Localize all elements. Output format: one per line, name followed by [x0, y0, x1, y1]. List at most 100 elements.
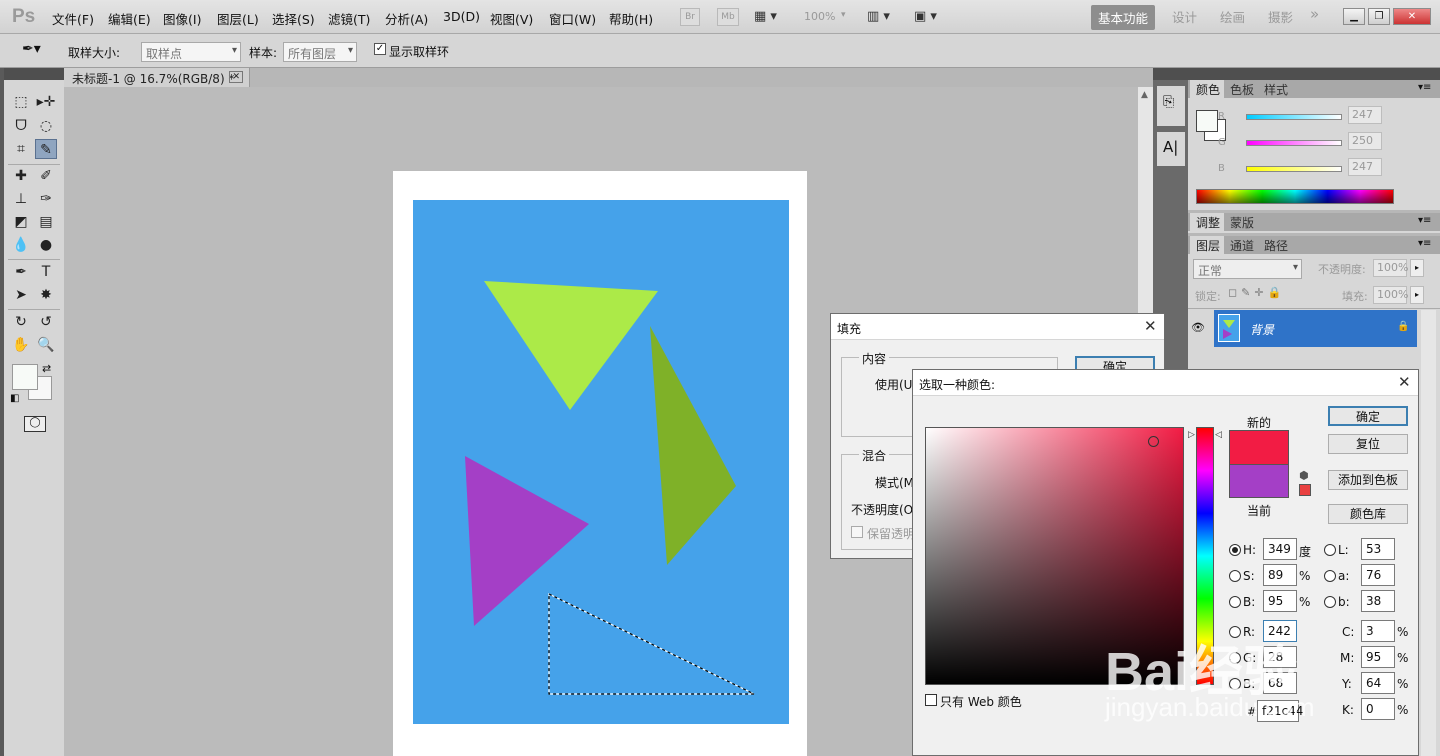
lab-a-field[interactable]: 76	[1361, 564, 1395, 586]
zoom-tool-icon[interactable]: 🔍	[35, 335, 57, 355]
panel-menu-icon[interactable]: ▾≡	[1418, 82, 1431, 93]
panel-menu-icon[interactable]: ▾≡	[1418, 238, 1431, 249]
scroll-up-icon[interactable]: ▲	[1141, 90, 1148, 100]
b-slider[interactable]	[1246, 166, 1342, 172]
clone-stamp-tool-icon[interactable]: ⊥	[10, 189, 32, 209]
sample-size-select[interactable]: 取样点 ▾	[141, 42, 241, 62]
color-field-cursor[interactable]	[1148, 436, 1159, 447]
move-tool-icon[interactable]: ▸✛	[35, 92, 57, 112]
color-panel-fg-swatch[interactable]	[1196, 110, 1218, 132]
gamut-warning-swatch[interactable]	[1299, 484, 1311, 496]
menu-view[interactable]: 视图(V)	[490, 9, 533, 28]
layer-row-background[interactable]: 背景 🔒	[1214, 310, 1417, 347]
dodge-tool-icon[interactable]: ●	[35, 235, 57, 255]
tab-masks[interactable]: 蒙版	[1224, 213, 1261, 231]
healing-brush-tool-icon[interactable]: ✚	[10, 166, 32, 186]
document-tab[interactable]: 未标题-1 @ 16.7%(RGB/8) * ✕	[64, 68, 250, 87]
blend-mode-select[interactable]: 正常 ▾	[1193, 259, 1302, 279]
history-brush-tool-icon[interactable]: ✑	[35, 189, 57, 209]
eyedropper-tool-icon[interactable]: ✎	[35, 139, 57, 159]
hue-right-marker-icon[interactable]: ◁	[1215, 430, 1222, 440]
foreground-color-swatch[interactable]	[12, 364, 38, 390]
hue-left-marker-icon[interactable]: ▷	[1188, 430, 1195, 440]
sample-select[interactable]: 所有图层 ▾	[283, 42, 357, 62]
pen-tool-icon[interactable]: ✒	[10, 262, 32, 282]
brightness-field[interactable]: 95	[1263, 590, 1297, 612]
tab-layers[interactable]: 图层	[1190, 236, 1227, 254]
path-select-tool-icon[interactable]: ➤	[10, 285, 32, 305]
default-colors-icon[interactable]: ◧	[10, 393, 19, 404]
tab-paths[interactable]: 路径	[1258, 236, 1295, 254]
eraser-tool-icon[interactable]: ◩	[10, 212, 32, 232]
b-value[interactable]: 247	[1348, 158, 1382, 176]
menu-layer[interactable]: 图层(L)	[217, 9, 259, 28]
close-window-button[interactable]: ✕	[1393, 8, 1431, 25]
zoom-dropdown-icon[interactable]: ▾	[841, 10, 846, 20]
lock-icons[interactable]: ◻✎✛🔒	[1228, 286, 1285, 299]
black-field[interactable]: 0	[1361, 698, 1395, 720]
cyan-field[interactable]: 3	[1361, 620, 1395, 642]
menu-3d[interactable]: 3D(D)	[443, 9, 480, 24]
saturation-field[interactable]: 89	[1263, 564, 1297, 586]
lab-b-radio[interactable]	[1324, 596, 1336, 608]
bridge-button[interactable]: Br	[680, 8, 700, 26]
picker-ok-button[interactable]: 确定	[1328, 406, 1408, 426]
tab-swatches[interactable]: 色板	[1224, 80, 1261, 98]
opacity-value[interactable]: 100%	[1373, 259, 1408, 277]
lasso-tool-icon[interactable]: ᗜ	[10, 116, 32, 136]
character-icon[interactable]: A|	[1163, 138, 1178, 156]
mini-bridge-button[interactable]: Mb	[717, 8, 739, 26]
menu-file[interactable]: 文件(F)	[52, 9, 94, 28]
menu-select[interactable]: 选择(S)	[272, 9, 315, 28]
menu-image[interactable]: 图像(I)	[163, 9, 201, 28]
r-slider[interactable]	[1246, 114, 1342, 120]
opacity-arrow-icon[interactable]: ▸	[1410, 259, 1424, 277]
custom-shape-tool-icon[interactable]: ✸	[35, 285, 57, 305]
yellow-field[interactable]: 64	[1361, 672, 1395, 694]
minimize-button[interactable]: ▁	[1343, 8, 1365, 25]
workspace-photography[interactable]: 摄影	[1268, 7, 1293, 26]
layer-name[interactable]: 背景	[1250, 321, 1274, 338]
blur-tool-icon[interactable]: 💧	[10, 235, 32, 255]
menu-window[interactable]: 窗口(W)	[549, 9, 596, 28]
visibility-eye-icon[interactable]: 👁	[1191, 321, 1205, 334]
brightness-radio[interactable]	[1229, 596, 1241, 608]
fill-dialog-titlebar[interactable]: 填充	[831, 314, 1164, 340]
tab-styles[interactable]: 样式	[1258, 80, 1295, 98]
magenta-field[interactable]: 95	[1361, 646, 1395, 668]
close-icon[interactable]: ✕	[1144, 317, 1157, 335]
quick-select-tool-icon[interactable]: ◌	[35, 116, 57, 136]
history-icon[interactable]: ⎘	[1163, 94, 1174, 110]
color-spectrum-bar[interactable]	[1196, 189, 1394, 204]
fill-value[interactable]: 100%	[1373, 286, 1408, 304]
r-value[interactable]: 247	[1348, 106, 1382, 124]
quick-mask-icon[interactable]: ◯	[24, 416, 46, 432]
panel-menu-icon[interactable]: ▾≡	[1418, 215, 1431, 226]
arrange-documents-icon[interactable]: ▥ ▾	[867, 9, 890, 24]
hue-radio[interactable]	[1229, 544, 1241, 556]
tab-color[interactable]: 颜色	[1190, 80, 1227, 98]
web-colors-only-checkbox[interactable]	[925, 694, 937, 706]
g-slider[interactable]	[1246, 140, 1342, 146]
screen-mode-icon[interactable]: ▣ ▾	[914, 9, 937, 24]
workspace-essentials[interactable]: 基本功能	[1091, 5, 1156, 30]
gradient-tool-icon[interactable]: ▤	[35, 212, 57, 232]
close-tab-icon[interactable]: ✕	[229, 71, 243, 83]
menu-edit[interactable]: 编辑(E)	[108, 9, 151, 28]
fill-arrow-icon[interactable]: ▸	[1410, 286, 1424, 304]
hand-tool-icon[interactable]: ✋	[10, 335, 32, 355]
menu-filter[interactable]: 滤镜(T)	[328, 9, 370, 28]
3d-orbit-tool-icon[interactable]: ↺	[35, 312, 57, 332]
menu-analysis[interactable]: 分析(A)	[385, 9, 428, 28]
swap-colors-icon[interactable]: ⇄	[42, 362, 51, 375]
marquee-tool-icon[interactable]: ⬚	[10, 92, 32, 112]
g-value[interactable]: 250	[1348, 132, 1382, 150]
hue-field[interactable]: 349	[1263, 538, 1297, 560]
workspace-design[interactable]: 设计	[1172, 7, 1197, 26]
crop-tool-icon[interactable]: ⌗	[10, 139, 32, 159]
document-artwork[interactable]	[413, 200, 789, 724]
lab-b-field[interactable]: 38	[1361, 590, 1395, 612]
view-extras-icon[interactable]: ▦ ▾	[754, 9, 777, 24]
toolbox-header[interactable]	[0, 68, 64, 80]
zoom-level[interactable]: 100%	[804, 10, 835, 23]
